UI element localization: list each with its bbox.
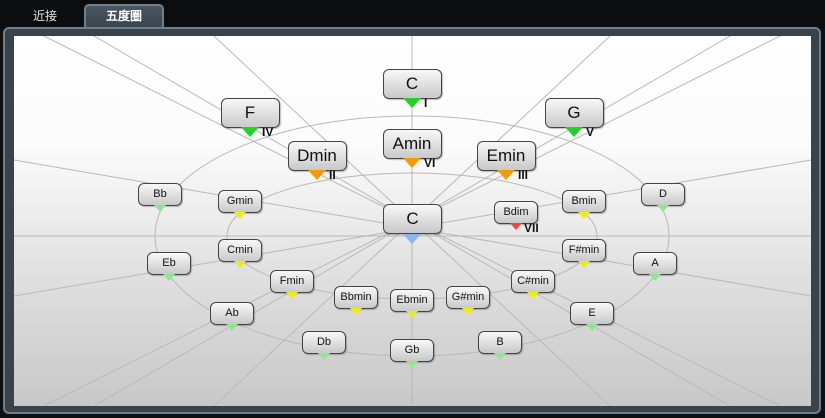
chord-marker-bbmin bbox=[350, 307, 362, 315]
chord-label: Eb bbox=[162, 256, 176, 269]
chord-button-g[interactable]: G bbox=[544, 98, 604, 128]
chord-marker-gmin bbox=[234, 211, 246, 219]
tab-bar: 近接 五度圏 bbox=[0, 0, 825, 29]
chord-label: F bbox=[244, 103, 256, 122]
chord-label: Ab bbox=[225, 306, 239, 319]
chord-label: F#min bbox=[568, 243, 600, 256]
chord-button-amin[interactable]: Amin bbox=[382, 129, 442, 159]
chord-button-f[interactable]: F bbox=[220, 98, 280, 128]
chord-marker-bdim bbox=[510, 222, 522, 230]
chord-marker-gb bbox=[406, 360, 418, 368]
roman-numeral-emin: III bbox=[518, 168, 529, 182]
chord-label: Bmin bbox=[571, 194, 597, 207]
chord-marker-fmin bbox=[286, 291, 298, 299]
chord-marker-f-sharpmin bbox=[578, 260, 590, 268]
chord-marker-bmin bbox=[578, 211, 590, 219]
chord-button-bmin[interactable]: Bmin bbox=[562, 189, 606, 213]
chord-label: Bb bbox=[153, 187, 167, 200]
chord-label: C bbox=[405, 74, 419, 93]
chord-marker-d bbox=[657, 204, 669, 212]
roman-numeral-g: V bbox=[586, 125, 595, 139]
chord-label: Amin bbox=[392, 134, 432, 153]
chord-marker-db bbox=[318, 352, 330, 360]
chord-button-a[interactable]: A bbox=[633, 251, 677, 275]
chord-button-f-sharpmin[interactable]: F#min bbox=[562, 238, 606, 262]
chord-label: A bbox=[651, 256, 659, 269]
chord-marker-dmin bbox=[308, 170, 326, 180]
chord-label: Cmin bbox=[227, 243, 253, 256]
chord-label: E bbox=[588, 306, 596, 319]
chord-button-dmin[interactable]: Dmin bbox=[287, 141, 347, 171]
chord-button-b[interactable]: B bbox=[478, 330, 522, 354]
chord-label: Bdim bbox=[503, 205, 529, 218]
chord-button-e[interactable]: E bbox=[570, 301, 614, 325]
chord-button-eb[interactable]: Eb bbox=[147, 251, 191, 275]
chord-label: Gb bbox=[404, 343, 420, 356]
center-chord-button[interactable]: C bbox=[383, 204, 442, 234]
chord-label: D bbox=[659, 187, 667, 200]
chord-label: G bbox=[567, 103, 581, 122]
chord-marker-a bbox=[649, 273, 661, 281]
chord-button-bb[interactable]: Bb bbox=[138, 182, 182, 206]
chord-button-gb[interactable]: Gb bbox=[390, 338, 434, 362]
chord-label: Gmin bbox=[226, 194, 254, 207]
chord-label: Dmin bbox=[297, 146, 337, 165]
chord-label: Emin bbox=[486, 146, 526, 165]
chord-button-ab[interactable]: Ab bbox=[210, 301, 254, 325]
chord-label: C#min bbox=[517, 274, 549, 287]
chord-label: B bbox=[496, 335, 504, 348]
chord-marker-g-sharpmin bbox=[462, 307, 474, 315]
chord-button-bbmin[interactable]: Bbmin bbox=[334, 285, 378, 309]
roman-numeral-amin: VI bbox=[424, 156, 436, 170]
center-chord-marker bbox=[403, 234, 421, 244]
roman-numeral-dmin: II bbox=[329, 168, 336, 182]
chord-label: Bbmin bbox=[340, 290, 372, 303]
chord-button-ebmin[interactable]: Ebmin bbox=[390, 288, 434, 312]
chord-marker-cmin bbox=[234, 260, 246, 268]
chord-marker-f bbox=[241, 127, 259, 137]
center-chord-label: C bbox=[406, 209, 419, 228]
chord-label: G#min bbox=[451, 290, 485, 303]
roman-numeral-f: IV bbox=[262, 125, 274, 139]
chord-label: Fmin bbox=[279, 274, 305, 287]
chord-marker-g bbox=[565, 127, 583, 137]
chord-marker-amin bbox=[403, 158, 421, 168]
chord-marker-e bbox=[586, 323, 598, 331]
chord-button-emin[interactable]: Emin bbox=[476, 141, 536, 171]
chord-marker-b bbox=[494, 352, 506, 360]
chord-label: Ebmin bbox=[396, 293, 428, 306]
roman-numeral-c: I bbox=[424, 96, 428, 110]
tab-circle-of-fifths[interactable]: 五度圏 bbox=[84, 4, 164, 29]
circle-of-fifths-canvas: C C I F IV G V Amin VI Dmin II Emin III Bdim VII Bb D Gm… bbox=[14, 36, 811, 406]
roman-numeral-bdim: VII bbox=[524, 220, 539, 235]
chord-marker-c-sharpmin bbox=[527, 291, 539, 299]
chord-marker-ab bbox=[226, 323, 238, 331]
chord-marker-bb bbox=[154, 204, 166, 212]
chord-button-gmin[interactable]: Gmin bbox=[218, 189, 262, 213]
chord-marker-ebmin bbox=[406, 310, 418, 318]
chord-button-c-sharpmin[interactable]: C#min bbox=[511, 269, 555, 293]
chord-marker-emin bbox=[497, 170, 515, 180]
chord-button-c[interactable]: C bbox=[382, 69, 442, 99]
chord-button-g-sharpmin[interactable]: G#min bbox=[446, 285, 490, 309]
tab-proximity[interactable]: 近接 bbox=[14, 5, 76, 27]
chord-marker-eb bbox=[163, 273, 175, 281]
chord-button-db[interactable]: Db bbox=[302, 330, 346, 354]
chord-button-cmin[interactable]: Cmin bbox=[218, 238, 262, 262]
chord-label: Db bbox=[316, 335, 332, 348]
chord-button-d[interactable]: D bbox=[641, 182, 685, 206]
chord-button-fmin[interactable]: Fmin bbox=[270, 269, 314, 293]
chord-marker-c bbox=[403, 98, 421, 108]
